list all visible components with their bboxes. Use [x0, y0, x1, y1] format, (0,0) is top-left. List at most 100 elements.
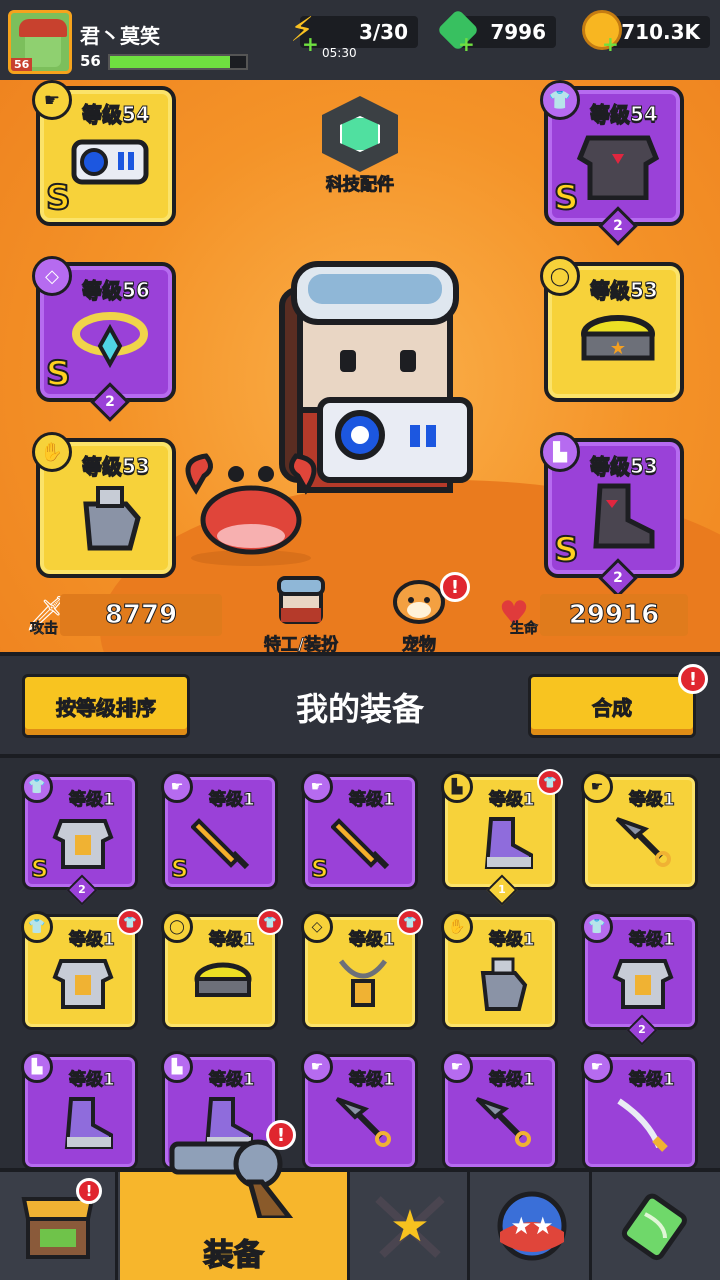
- inventory-item[interactable]: ☛ 等级1: [441, 1051, 558, 1168]
- inventory-item[interactable]: 👕 等级1 2: [581, 911, 698, 1046]
- star-count: 2: [638, 1023, 646, 1036]
- inventory-item[interactable]: ☛ 等级1: [301, 1051, 418, 1168]
- slot-level: 等级53: [82, 454, 151, 479]
- inventory-item[interactable]: 👕 等级1 S 2: [21, 771, 138, 906]
- equip-slot-weapon[interactable]: ☛ 等级54 S: [32, 80, 176, 226]
- tech-parts-button[interactable]: 科技配件: [318, 96, 402, 196]
- belt-icon: ◯: [540, 256, 580, 296]
- item-level: 等级1: [209, 1070, 256, 1091]
- boot-icon: ▙: [21, 1051, 53, 1083]
- inventory-grid: 👕 等级1 S 2 ☛ 等级1 S ☛ 等级1 S ▙ 等级1 1 👕 ☛ 等级1 👕 等级1 👕 ◯ 等级1 👕 ◇ 等级1…: [0, 758, 720, 1168]
- health-label: 生命: [510, 621, 539, 638]
- katana-icon: [617, 1098, 668, 1152]
- inventory-item[interactable]: ▙ 等级1 1 👕: [441, 769, 563, 906]
- gem-counter[interactable]: + 7996: [436, 8, 556, 56]
- dna-capsule-icon: [621, 1193, 687, 1261]
- belt-icon: [194, 962, 252, 997]
- coin-counter[interactable]: + 710.3K: [582, 10, 710, 56]
- star-ball-icon: ★★: [497, 1191, 566, 1261]
- player-level: 56: [80, 52, 101, 70]
- agent-outfit-button[interactable]: 特工/装扮: [246, 574, 356, 652]
- glove-icon: [480, 957, 528, 1011]
- item-level: 等级1: [69, 1070, 116, 1091]
- pet-button[interactable]: 宠物 !: [364, 572, 474, 652]
- inventory-item[interactable]: ☛ 等级1 S: [161, 771, 278, 890]
- attack-label: 攻击: [30, 621, 59, 638]
- energy-value: 3/30: [358, 20, 408, 44]
- item-level: 等级1: [629, 930, 676, 951]
- equip-slot-necklace[interactable]: ◇ 等级56 S 2: [32, 256, 176, 422]
- item-level: 等级1: [349, 930, 396, 951]
- equip-slot-boots[interactable]: ▙ 等级53 S 2: [540, 432, 684, 598]
- add-coins-icon[interactable]: +: [602, 32, 619, 56]
- kunai-icon: ☛: [301, 1051, 333, 1083]
- player-avatar[interactable]: 56: [8, 10, 72, 74]
- armor-icon: [576, 135, 660, 200]
- equip-slot-gloves[interactable]: ✋ 等级53: [32, 432, 176, 578]
- star-swords-icon: ★: [374, 1196, 445, 1258]
- inventory-item[interactable]: ☛ 等级1 S: [301, 771, 418, 890]
- nav-gene[interactable]: [596, 1172, 714, 1280]
- sort-by-level-button[interactable]: 按等级排序: [22, 674, 190, 738]
- nav-equipment[interactable]: ! 装备: [120, 1120, 350, 1280]
- armor-icon: [52, 959, 114, 1009]
- avatar-level-badge: 56: [11, 58, 33, 71]
- necklace-icon: ◇: [301, 911, 333, 943]
- star-count-badge: 2: [66, 874, 98, 906]
- kunai-icon: ☛: [441, 1051, 473, 1083]
- merge-button[interactable]: 合成: [528, 674, 696, 738]
- armor-icon: [612, 959, 674, 1009]
- shop-alert-badge: !: [76, 1178, 102, 1204]
- equip-slot-belt[interactable]: ◯ 等级53 ★: [540, 256, 684, 402]
- slot-level: 等级56: [82, 278, 151, 303]
- equip-slot-armor[interactable]: 👕 等级54 S 2: [540, 80, 684, 246]
- nav-talents[interactable]: ★: [352, 1172, 470, 1280]
- armor-icon: [52, 819, 114, 869]
- item-rank: S: [30, 854, 49, 884]
- energy-counter[interactable]: ⚡ + 3/30: [290, 10, 418, 56]
- nav-shop[interactable]: !: [0, 1172, 118, 1280]
- inventory-item[interactable]: ✋ 等级1: [441, 911, 558, 1030]
- inventory-item[interactable]: 👕 等级1 👕: [21, 909, 143, 1030]
- inventory-item[interactable]: ☛ 等级1: [581, 771, 698, 890]
- slot-rank: S: [553, 177, 579, 219]
- star-count-badge: 1: [486, 874, 518, 906]
- belt-icon: ◯: [161, 911, 193, 943]
- energy-timer: 05:30: [322, 46, 357, 60]
- glove-icon: ✋: [441, 911, 473, 943]
- slot-rank: S: [45, 353, 71, 395]
- new-item-badge: 👕: [117, 909, 143, 935]
- attack-value: 8779: [60, 594, 222, 636]
- star-count: 2: [78, 883, 86, 896]
- nav-equipment-label: 装备: [203, 1237, 265, 1274]
- nav-challenge[interactable]: ★★: [474, 1172, 592, 1280]
- slot-level: 等级53: [590, 454, 659, 479]
- inventory-item[interactable]: ◯ 等级1 👕: [161, 909, 283, 1030]
- add-energy-icon[interactable]: +: [302, 32, 319, 56]
- necklace-icon: [72, 312, 148, 369]
- glove-icon: ✋: [32, 432, 72, 472]
- item-level: 等级1: [69, 790, 116, 811]
- pet-alert-badge: !: [440, 572, 470, 602]
- necklace-icon: [338, 959, 388, 1007]
- star-count-badge: 2: [598, 206, 638, 246]
- inventory-item[interactable]: ▙ 等级1: [21, 1051, 138, 1168]
- item-level: 等级1: [209, 790, 256, 811]
- boot-icon: [64, 1097, 113, 1149]
- inventory-item[interactable]: ☛ 等级1: [581, 1051, 698, 1168]
- item-level: 等级1: [489, 930, 536, 951]
- kunai-icon: [335, 1097, 391, 1147]
- crab-pet[interactable]: [176, 440, 326, 570]
- inventory-item[interactable]: ◇ 等级1 👕: [301, 909, 423, 1030]
- pet-label: 宠物: [402, 635, 437, 652]
- player-name: 君丶莫笑: [80, 24, 160, 48]
- add-gems-icon[interactable]: +: [458, 32, 475, 56]
- slot-rank: S: [45, 177, 71, 219]
- slot-level: 等级53: [590, 278, 659, 303]
- armor-icon: 👕: [540, 80, 580, 120]
- sword-icon: ☛: [301, 771, 333, 803]
- hero-panel: 科技配件 ☛ 等级54 S 👕 等级54 S 2 ◇ 等级56 S 2 ◯ 等级…: [0, 80, 720, 652]
- gun-icon: ☛: [32, 80, 72, 120]
- equipment-header: 按等级排序 我的装备 合成 !: [0, 652, 720, 758]
- item-rank: S: [310, 854, 329, 884]
